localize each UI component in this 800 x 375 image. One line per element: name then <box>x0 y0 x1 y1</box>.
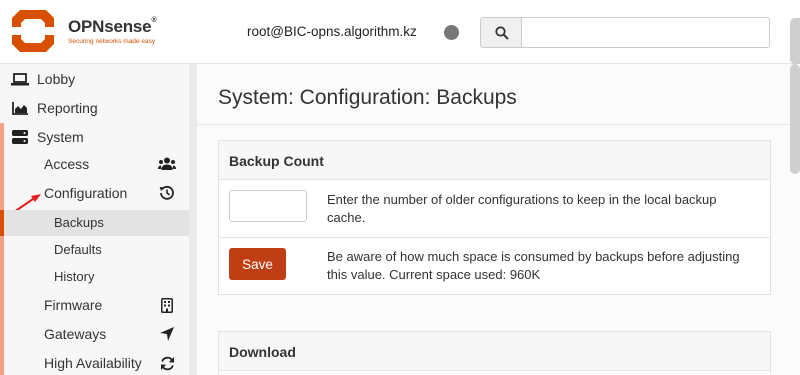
laptop-icon <box>11 72 29 86</box>
users-icon <box>158 156 176 172</box>
space-usage-help: Be aware of how much space is consumed b… <box>327 249 740 282</box>
location-arrow-icon <box>158 326 176 342</box>
backup-count-help: Enter the number of older configurations… <box>327 192 717 225</box>
search-button[interactable] <box>480 17 522 48</box>
status-indicator-icon[interactable] <box>444 25 459 40</box>
download-panel: Download <box>218 331 771 375</box>
sidebar-item-backups[interactable]: Backups <box>0 210 189 236</box>
search-icon <box>494 25 509 40</box>
sidebar-divider[interactable] <box>189 64 197 375</box>
backup-count-panel: Backup Count Enter the number of older c… <box>218 140 771 295</box>
page-title: System: Configuration: Backups <box>218 86 517 109</box>
sidebar-item-lobby[interactable]: Lobby <box>0 68 189 90</box>
search-input[interactable] <box>521 17 770 48</box>
panel-title: Download <box>219 332 770 371</box>
sidebar-item-history[interactable]: History <box>0 269 189 287</box>
header-scrollbar[interactable] <box>790 18 800 64</box>
building-icon <box>158 297 176 313</box>
brand-name: OPNsense® <box>68 17 157 36</box>
refresh-icon <box>158 355 176 371</box>
sidebar-item-defaults[interactable]: Defaults <box>0 242 189 260</box>
top-header: OPNsense® Securing networks made easy ro… <box>0 0 800 64</box>
save-row: Save Be aware of how much space is consu… <box>219 238 770 294</box>
history-icon <box>158 185 176 201</box>
area-chart-icon <box>11 101 29 115</box>
main-content: System: Configuration: Backups Backup Co… <box>197 64 800 375</box>
sidebar-item-high-availability[interactable]: High Availability <box>0 355 189 375</box>
panel-title: Backup Count <box>219 141 770 180</box>
sidebar-item-firmware[interactable]: Firmware <box>0 297 189 317</box>
sidebar-item-gateways[interactable]: Gateways <box>0 326 189 346</box>
sidebar-item-reporting[interactable]: Reporting <box>0 97 189 119</box>
brand-tagline: Securing networks made easy <box>68 38 156 45</box>
sidebar-item-access[interactable]: Access <box>0 156 189 176</box>
brand: OPNsense® Securing networks made easy <box>68 17 157 45</box>
title-divider <box>197 124 800 125</box>
server-icon <box>11 130 29 144</box>
opnsense-logo[interactable] <box>10 8 56 54</box>
active-indicator <box>0 210 4 236</box>
user-label[interactable]: root@BIC-opns.algorithm.kz <box>247 24 417 39</box>
save-button[interactable]: Save <box>229 248 286 280</box>
main-scrollbar[interactable] <box>790 64 800 174</box>
sidebar-item-system[interactable]: System <box>0 126 189 148</box>
backup-count-input[interactable] <box>229 190 307 222</box>
backup-count-row: Enter the number of older configurations… <box>219 180 770 238</box>
